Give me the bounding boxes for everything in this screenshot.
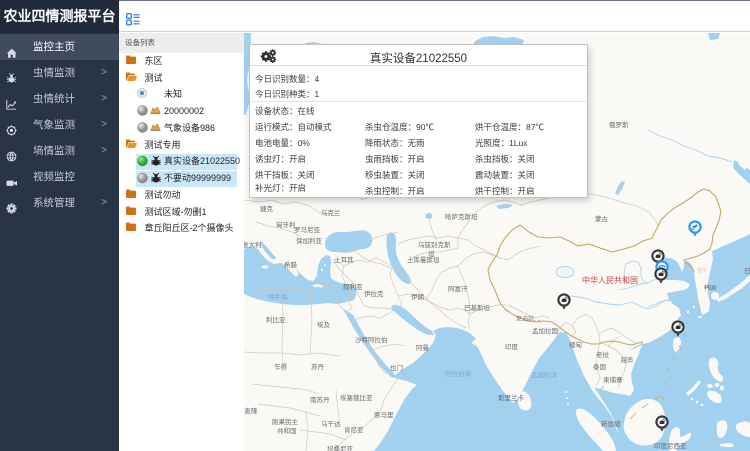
svg-text:土耳其: 土耳其 <box>334 255 354 264</box>
svg-text:罗马尼亚: 罗马尼亚 <box>294 226 321 234</box>
svg-text:伊朗: 伊朗 <box>411 292 424 301</box>
svg-text:柬埔寨: 柬埔寨 <box>603 375 623 384</box>
svg-text:首尔: 首尔 <box>697 267 707 274</box>
svg-text:哈萨克斯坦: 哈萨克斯坦 <box>445 212 478 221</box>
svg-text:乌克兰: 乌克兰 <box>321 208 341 217</box>
svg-text:利比亚: 利比亚 <box>266 315 286 324</box>
svg-text:孟加拉国: 孟加拉国 <box>532 326 558 335</box>
svg-text:肯尼亚: 肯尼亚 <box>344 425 364 434</box>
svg-text:乍得: 乍得 <box>274 362 288 371</box>
svg-text:老挝: 老挝 <box>596 350 610 359</box>
svg-text:也门: 也门 <box>390 363 403 372</box>
svg-text:韩国: 韩国 <box>704 284 716 292</box>
svg-text:坦桑尼亚: 坦桑尼亚 <box>327 444 354 451</box>
svg-text:喀麦隆: 喀麦隆 <box>244 406 258 415</box>
svg-text:阿富汗: 阿富汗 <box>448 284 468 293</box>
svg-text:南苏丹: 南苏丹 <box>310 395 330 404</box>
svg-text:巴基斯坦: 巴基斯坦 <box>464 303 491 312</box>
svg-text:希腊: 希腊 <box>284 260 298 269</box>
svg-text:捷克: 捷克 <box>260 204 274 213</box>
svg-text:越南: 越南 <box>621 356 633 364</box>
svg-text:蒙古: 蒙古 <box>595 214 609 223</box>
svg-text:阿曼: 阿曼 <box>416 343 430 352</box>
svg-text:共和国: 共和国 <box>277 426 297 435</box>
svg-text:土库曼斯坦: 土库曼斯坦 <box>407 255 440 264</box>
svg-text:刚果民主: 刚果民主 <box>272 417 299 426</box>
svg-text:印度: 印度 <box>505 342 519 351</box>
svg-text:缅甸: 缅甸 <box>569 340 582 349</box>
svg-text:地中海: 地中海 <box>268 292 288 301</box>
svg-text:坦: 坦 <box>428 249 435 258</box>
svg-text:埃及: 埃及 <box>317 320 331 329</box>
svg-text:乌兹别克斯: 乌兹别克斯 <box>418 240 451 249</box>
svg-text:俄罗斯: 俄罗斯 <box>609 120 629 129</box>
svg-text:尼泊尔: 尼泊尔 <box>516 315 534 323</box>
svg-text:孟加拉湾: 孟加拉湾 <box>531 370 558 379</box>
svg-text:日: 日 <box>744 267 750 275</box>
svg-text:乌干达: 乌干达 <box>321 419 341 428</box>
svg-text:保加利亚: 保加利亚 <box>296 236 323 245</box>
svg-text:索马里: 索马里 <box>374 410 394 419</box>
svg-text:印度尼西亚: 印度尼西亚 <box>654 441 687 450</box>
svg-text:意大利: 意大利 <box>244 240 262 249</box>
svg-text:伊拉克: 伊拉克 <box>364 289 384 298</box>
svg-text:新加坡: 新加坡 <box>601 419 621 428</box>
svg-text:埃塞俄比亚: 埃塞俄比亚 <box>340 393 373 402</box>
svg-text:泰国: 泰国 <box>593 362 606 371</box>
svg-text:斯里兰卡: 斯里兰卡 <box>498 393 525 402</box>
svg-text:叙利亚: 叙利亚 <box>343 282 363 291</box>
svg-text:沙特阿拉伯: 沙特阿拉伯 <box>355 335 388 344</box>
svg-text:苏丹: 苏丹 <box>311 362 325 371</box>
svg-text:匈牙利: 匈牙利 <box>276 220 296 229</box>
svg-text:阿拉伯海: 阿拉伯海 <box>445 369 472 378</box>
svg-text:中华人民共和国: 中华人民共和国 <box>582 275 638 285</box>
